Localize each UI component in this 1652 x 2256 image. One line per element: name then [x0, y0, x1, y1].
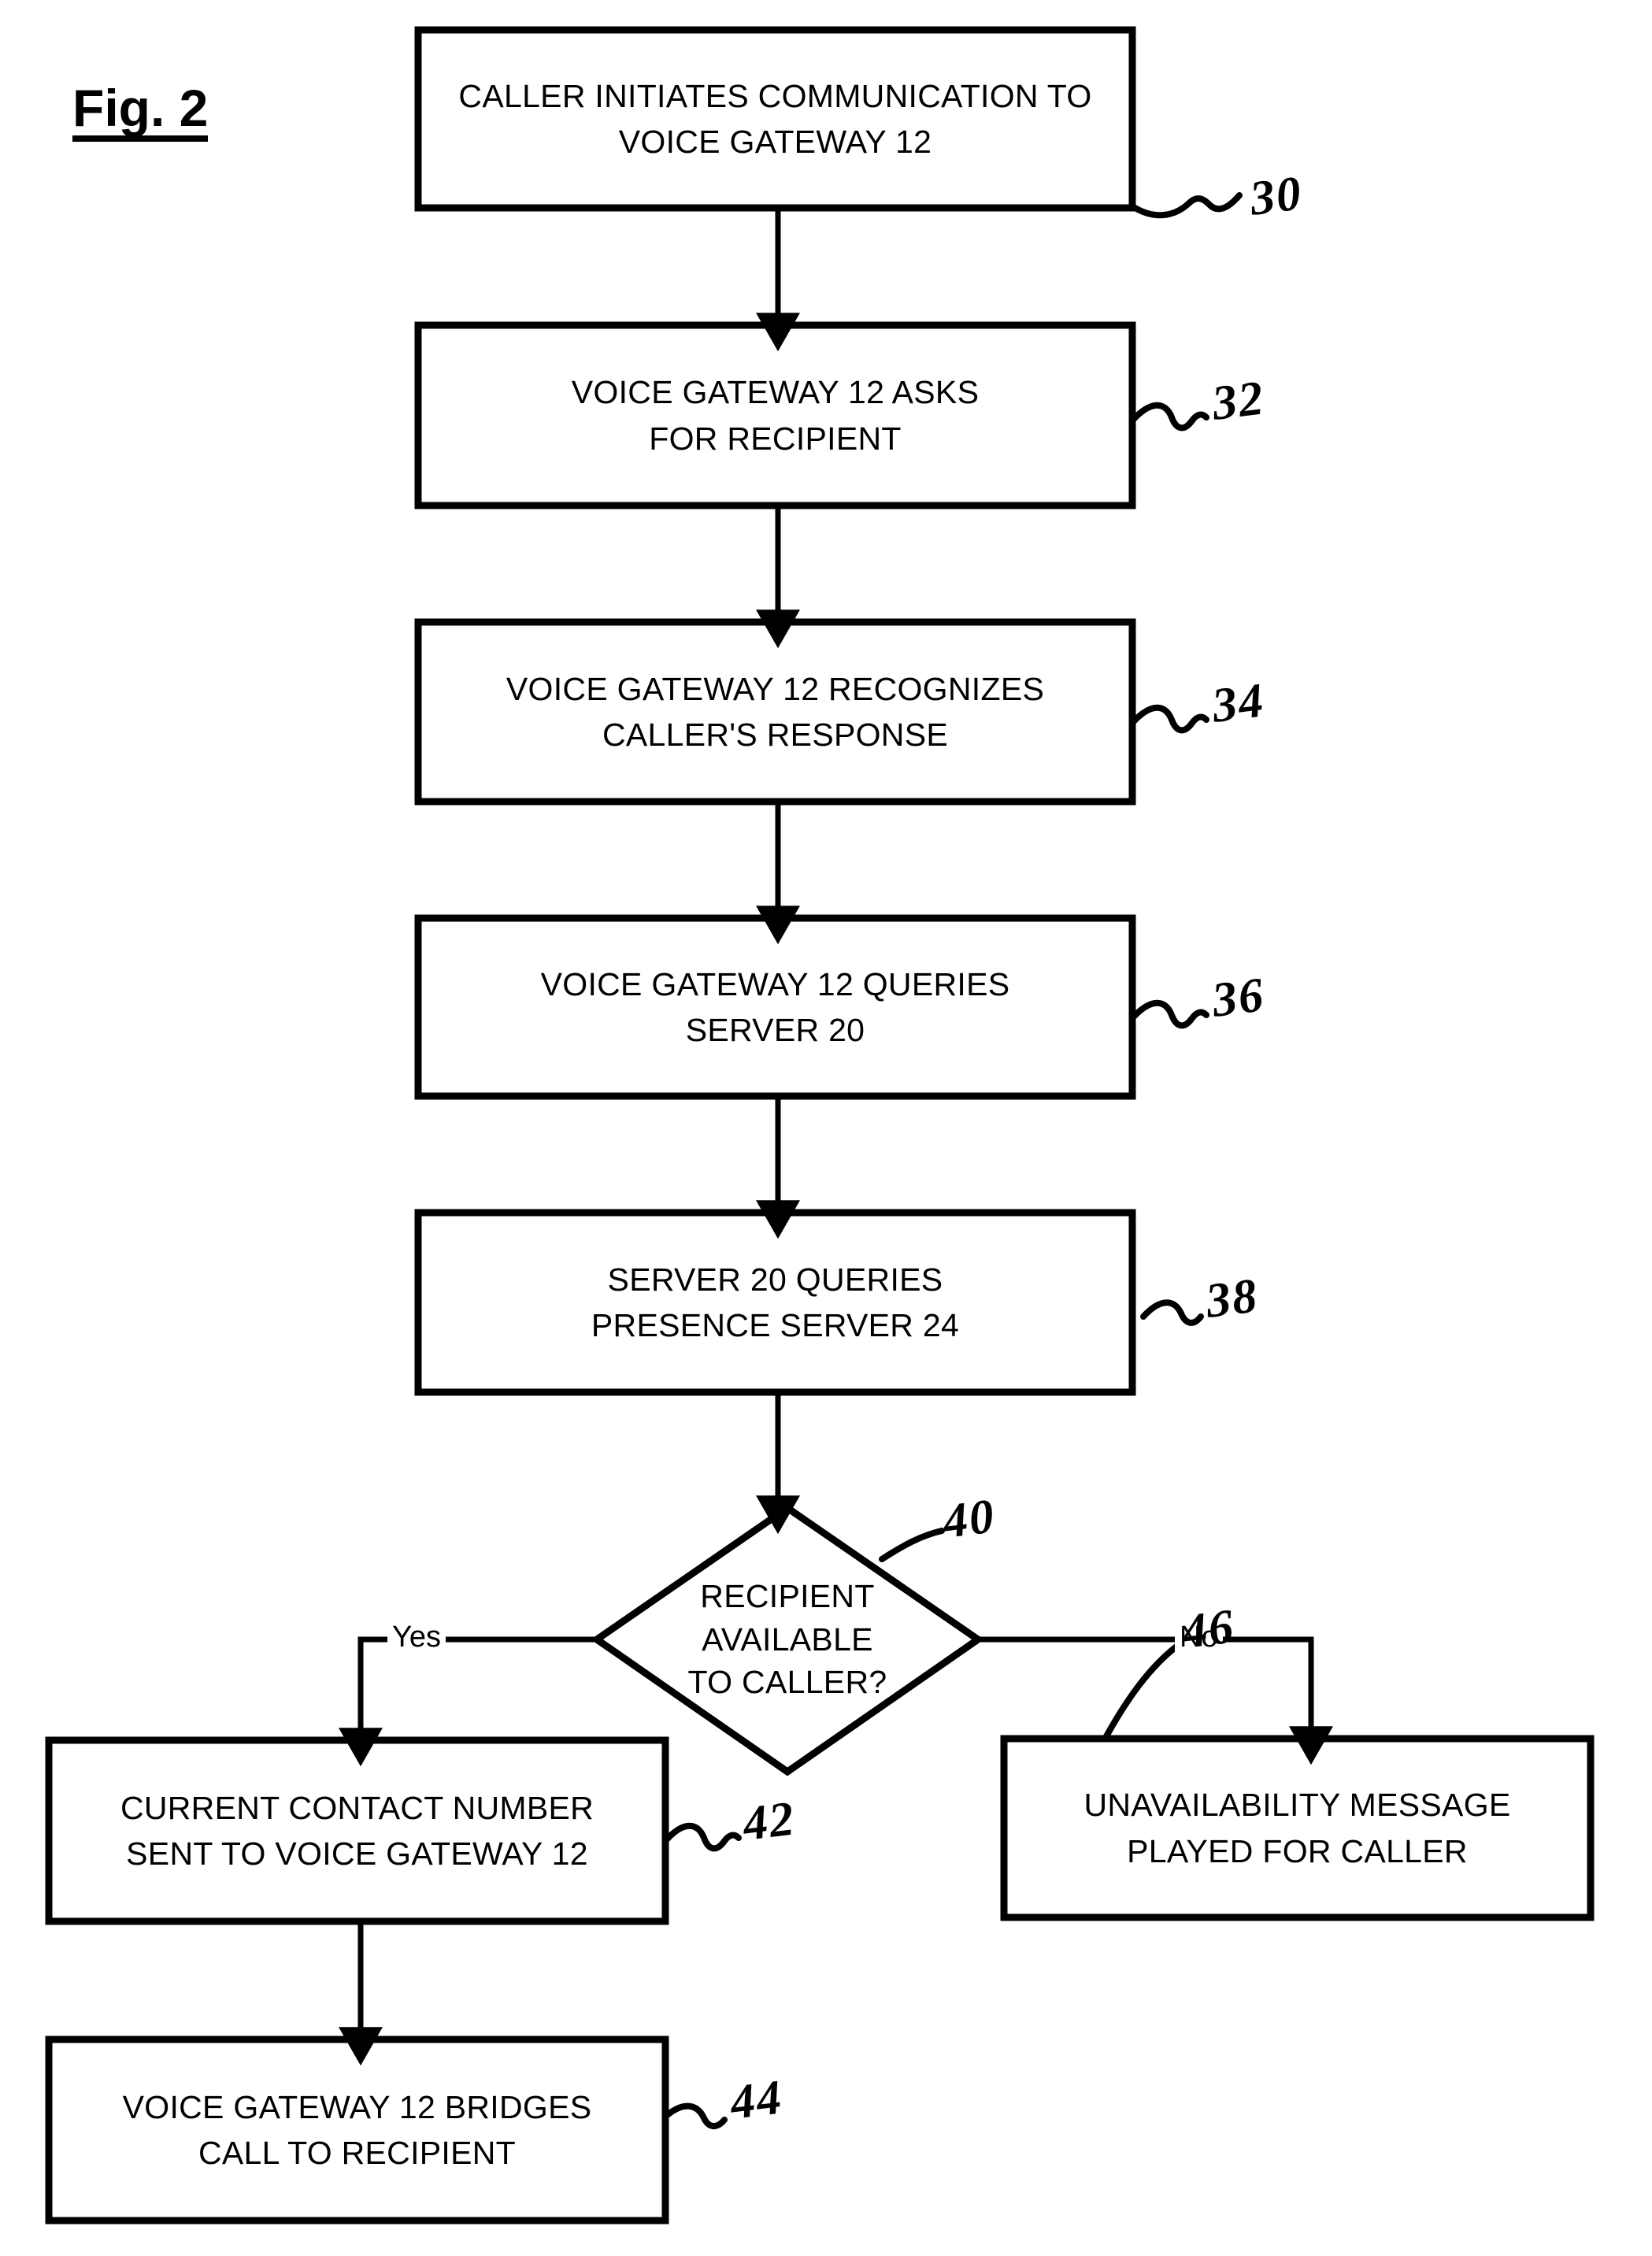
- ref-numeral-34: 34: [1209, 673, 1268, 733]
- node-label-36: VOICE GATEWAY 12 QUERIES SERVER 20: [540, 965, 1010, 1048]
- figure-canvas: Fig. 2 CALLER INITIATES COMMUNICATION TO…: [0, 0, 1652, 2256]
- leader-34: [1129, 704, 1209, 734]
- figure-title: Fig. 2: [72, 82, 209, 142]
- leader-44: [662, 2102, 728, 2129]
- connector-no-branch: [978, 1636, 1333, 1765]
- leader-30: [1129, 192, 1243, 219]
- ref-numeral-38: 38: [1202, 1269, 1261, 1328]
- leader-36: [1129, 999, 1209, 1029]
- leader-42: [662, 1822, 742, 1852]
- leader-32: [1129, 402, 1209, 432]
- ref-numeral-40: 40: [939, 1489, 998, 1549]
- leader-38: [1140, 1299, 1204, 1326]
- node-label-42: CURRENT CONTACT NUMBER SENT TO VOICE GAT…: [120, 1789, 594, 1872]
- node-label-38: SERVER 20 QUERIES PRESENCE SERVER 24: [591, 1261, 960, 1343]
- ref-numeral-44: 44: [727, 2070, 786, 2130]
- ref-numeral-36: 36: [1209, 968, 1268, 1028]
- node-label-30: CALLER INITIATES COMMUNICATION TO VOICE …: [458, 77, 1092, 160]
- node-label-32: VOICE GATEWAY 12 ASKS FOR RECIPIENT: [571, 374, 980, 457]
- node-label-34: VOICE GATEWAY 12 RECOGNIZES CALLER'S RES…: [506, 670, 1045, 753]
- leader-46: [1103, 1641, 1183, 1739]
- ref-numeral-46: 46: [1179, 1599, 1238, 1659]
- ref-numeral-42: 42: [739, 1791, 798, 1851]
- node-label-44: VOICE GATEWAY 12 BRIDGES CALL TO RECIPIE…: [122, 2088, 592, 2171]
- node-label-40: RECIPIENT AVAILABLE TO CALLER?: [687, 1578, 887, 1701]
- ref-numeral-32: 32: [1209, 371, 1268, 431]
- node-label-46: UNAVAILABILITY MESSAGE PLAYED FOR CALLER: [1083, 1787, 1511, 1869]
- ref-numeral-30: 30: [1246, 166, 1306, 226]
- branch-label-yes: Yes: [387, 1622, 446, 1652]
